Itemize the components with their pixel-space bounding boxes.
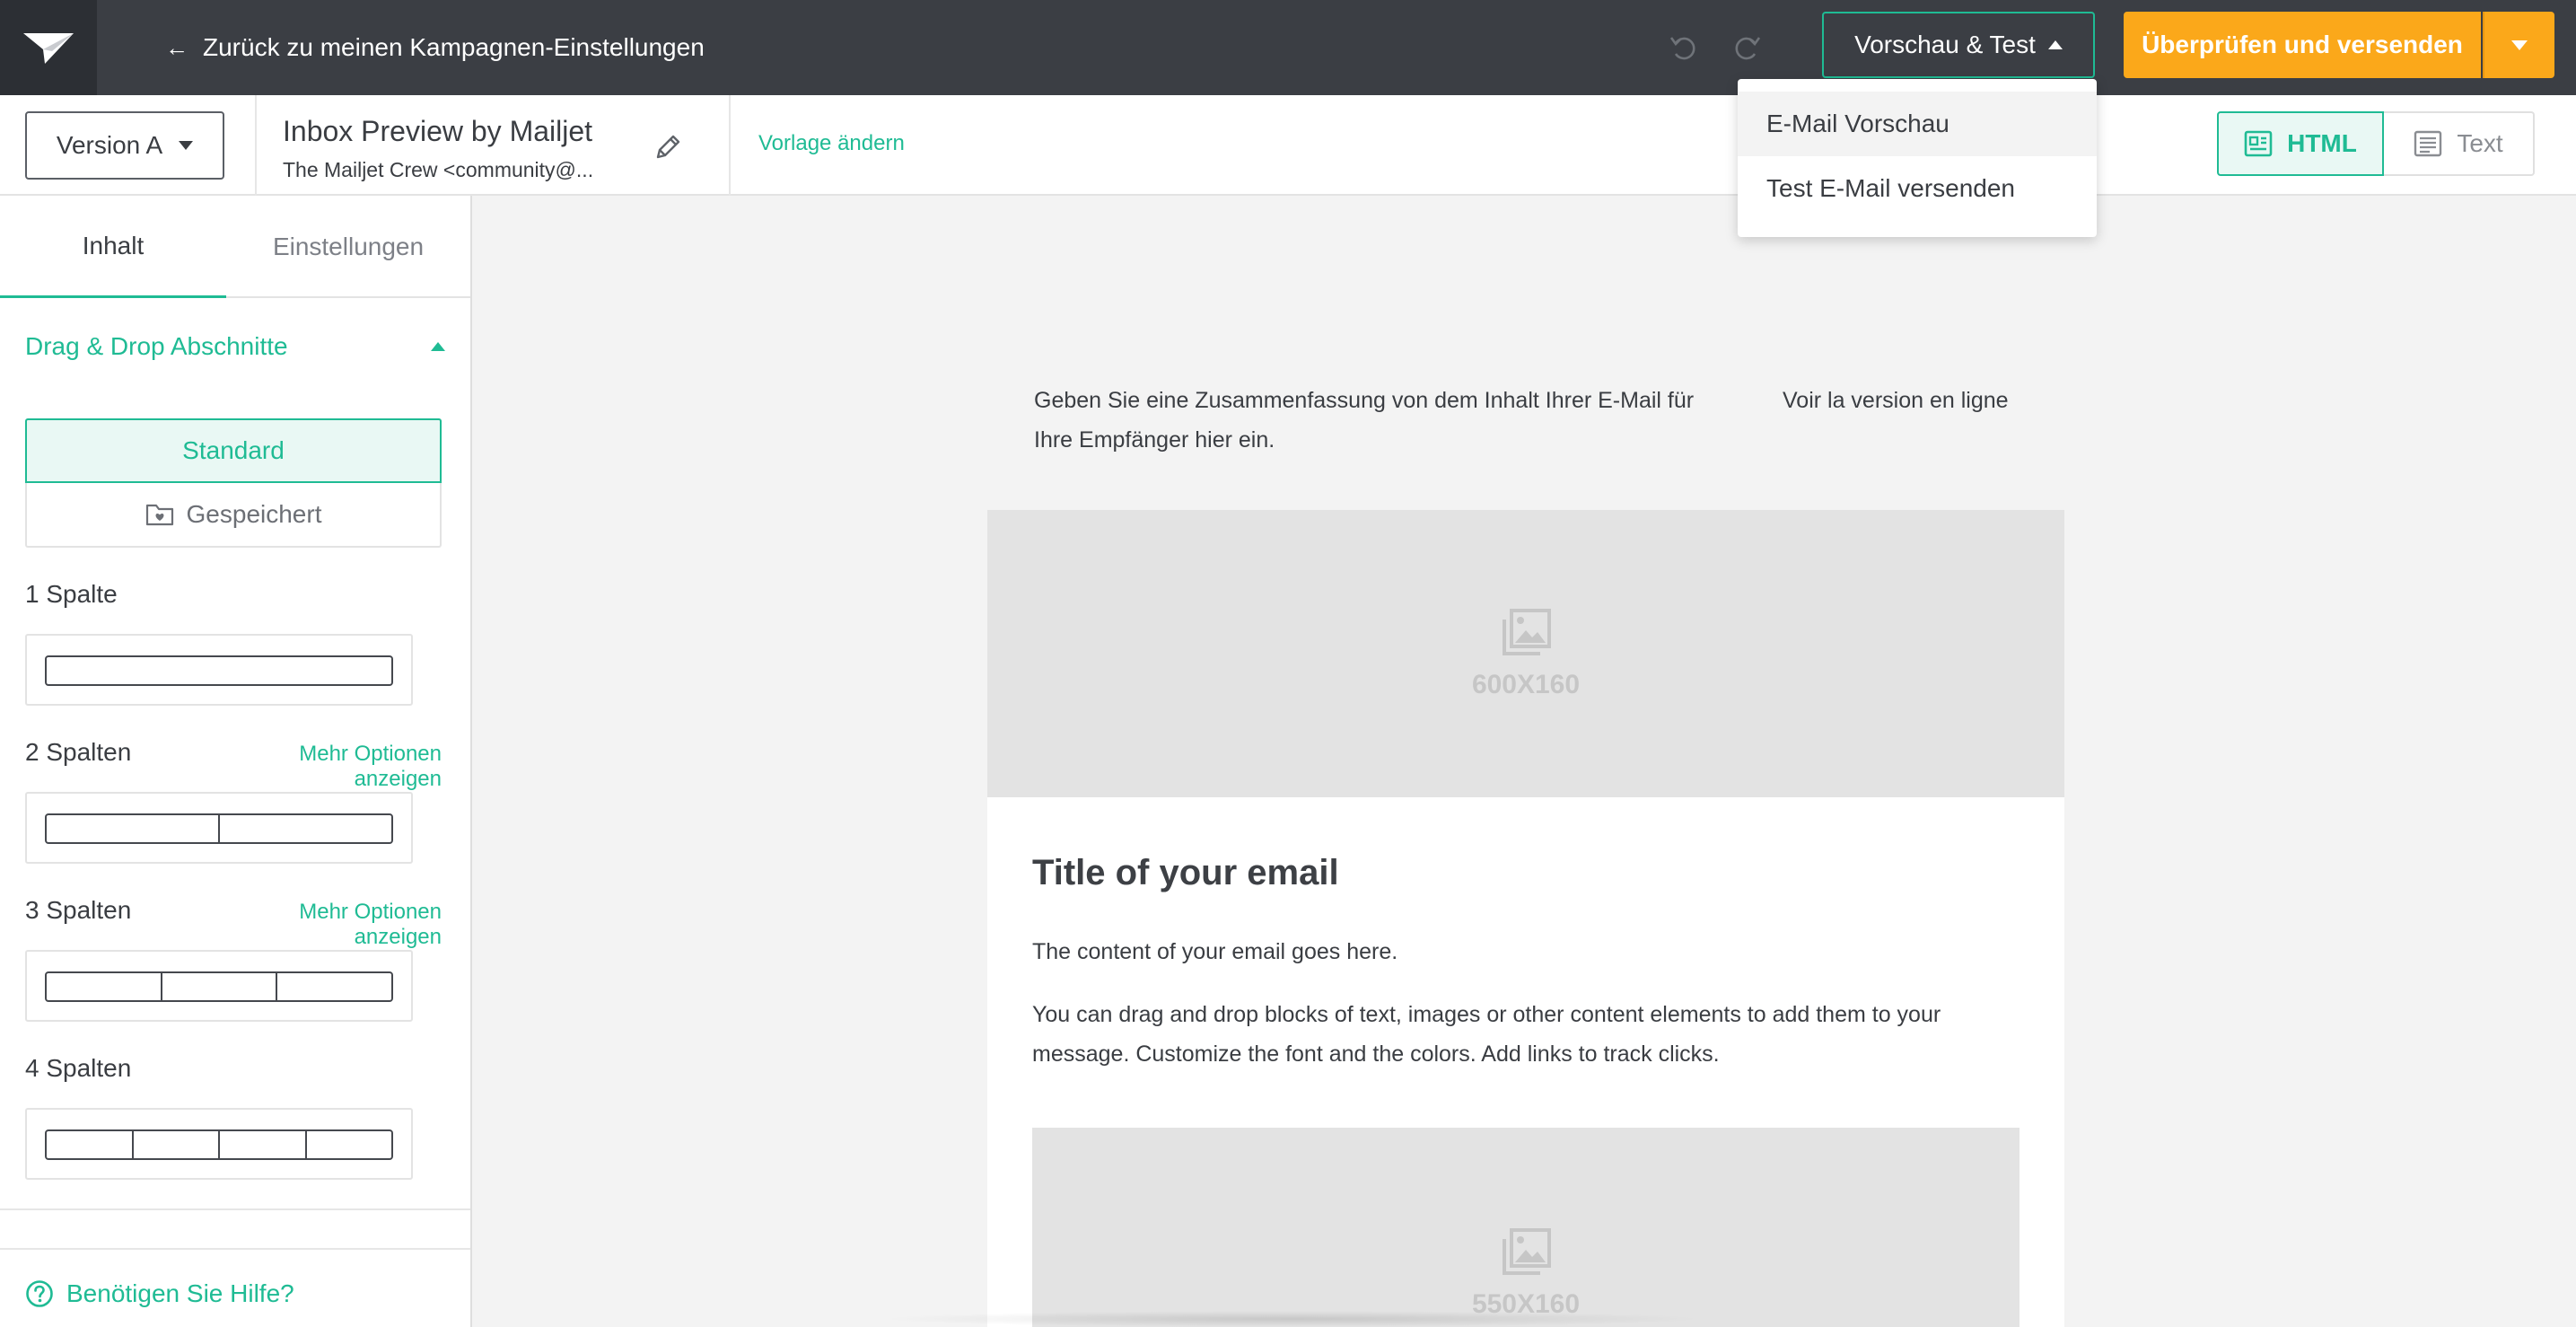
redo-icon <box>1735 37 1761 60</box>
pencil-icon <box>656 135 680 159</box>
layout-label-4-columns: 4 Spalten <box>25 1054 132 1082</box>
saved-sections-label: Gespeichert <box>186 500 322 528</box>
content-image-placeholder[interactable]: 550X160 <box>1032 1128 2020 1327</box>
preview-test-label: Vorschau & Test <box>1854 31 2036 58</box>
version-selector[interactable]: Version A <box>25 111 224 180</box>
sidebar-tabs: Inhalt Einstellungen <box>0 196 470 298</box>
arrow-left-icon: ← <box>165 33 188 61</box>
layout-label-1-column: 1 Spalte <box>25 580 118 608</box>
layout-1-column[interactable] <box>25 634 413 706</box>
text-view-icon <box>2414 130 2442 157</box>
back-to-campaign-settings-link[interactable]: ← Zurück zu meinen Kampagnen-Einstellung… <box>165 29 705 66</box>
campaign-sender: The Mailjet Crew <community@... <box>283 158 594 181</box>
dnd-sections-toggle[interactable]: Drag & Drop Abschnitte <box>25 329 445 365</box>
sidebar: Inhalt Einstellungen Drag & Drop Abschni… <box>0 196 472 1327</box>
html-view-icon <box>2244 130 2273 157</box>
help-circle-icon <box>26 1280 53 1307</box>
layout-preview <box>45 1129 393 1160</box>
redo-button[interactable] <box>1727 27 1768 68</box>
email-preheader[interactable]: Geben Sie eine Zusammenfassung von dem I… <box>1034 381 1716 460</box>
help-link[interactable]: Benötigen Sie Hilfe? <box>25 1279 294 1308</box>
view-html-label: HTML <box>2287 129 2357 157</box>
view-text-label: Text <box>2457 129 2503 157</box>
hero-image-size-label: 600X160 <box>1471 670 1581 699</box>
menu-item-send-test-email[interactable]: Test E-Mail versenden <box>1738 156 2097 221</box>
divider <box>255 95 257 196</box>
layout-3-columns[interactable] <box>25 950 413 1022</box>
version-label: Version A <box>56 131 163 159</box>
image-placeholder-icon <box>1503 609 1551 655</box>
saved-sections-button[interactable]: Gespeichert <box>25 483 442 548</box>
preview-test-button[interactable]: Vorschau & Test <box>1822 12 2095 78</box>
caret-down-icon <box>2511 40 2528 50</box>
layout-preview <box>45 971 393 1002</box>
undo-button[interactable] <box>1662 27 1704 68</box>
tab-settings[interactable]: Einstellungen <box>226 196 470 298</box>
canvas-shadow <box>880 1311 1705 1327</box>
layout-2-columns[interactable] <box>25 792 413 864</box>
dnd-sections-title: Drag & Drop Abschnitte <box>25 332 288 360</box>
preview-test-menu: E-Mail Vorschau Test E-Mail versenden <box>1738 79 2097 237</box>
email-title[interactable]: Title of your email <box>1032 853 1339 893</box>
layout-4-columns[interactable] <box>25 1108 413 1180</box>
image-placeholder-icon <box>1503 1228 1551 1275</box>
divider <box>729 95 731 196</box>
divider <box>0 1248 470 1250</box>
standard-sections-button[interactable]: Standard <box>25 418 442 483</box>
review-and-send-button[interactable]: Überprüfen und versenden <box>2124 12 2481 78</box>
mailjet-logo[interactable] <box>0 0 97 95</box>
campaign-title: Inbox Preview by Mailjet <box>283 115 593 147</box>
layout-preview <box>45 813 393 844</box>
menu-item-email-preview[interactable]: E-Mail Vorschau <box>1738 92 2097 156</box>
more-options-2-columns-link[interactable]: Mehr Optionen anzeigen <box>208 742 442 792</box>
change-template-link[interactable]: Vorlage ändern <box>758 131 905 156</box>
tab-content[interactable]: Inhalt <box>0 196 226 298</box>
view-text-button[interactable]: Text <box>2384 111 2535 176</box>
caret-up-icon <box>431 342 445 351</box>
back-link-label: Zurück zu meinen Kampagnen-Einstellungen <box>203 33 705 61</box>
campaign-header-bar: Version A Inbox Preview by Mailjet The M… <box>0 95 2576 196</box>
send-options-dropdown-button[interactable] <box>2483 12 2554 78</box>
edit-campaign-button[interactable] <box>648 127 688 167</box>
view-html-button[interactable]: HTML <box>2217 111 2384 176</box>
more-options-3-columns-link[interactable]: Mehr Optionen anzeigen <box>208 900 442 950</box>
layout-label-3-columns: 3 Spalten <box>25 896 132 924</box>
folder-heart-icon <box>145 504 173 526</box>
review-and-send-label: Überprüfen und versenden <box>2142 31 2463 58</box>
top-bar: ← Zurück zu meinen Kampagnen-Einstellung… <box>0 0 2576 95</box>
layout-preview <box>45 655 393 686</box>
paper-plane-icon <box>23 33 74 64</box>
email-paragraph[interactable]: You can drag and drop blocks of text, im… <box>1032 995 2020 1074</box>
layout-label-2-columns: 2 Spalten <box>25 738 132 766</box>
divider <box>0 1208 470 1210</box>
caret-up-icon <box>2047 40 2063 49</box>
email-paragraph[interactable]: The content of your email goes here. <box>1032 939 1398 965</box>
email-body: 600X160 Title of your email The content … <box>987 510 2064 1327</box>
caret-down-icon <box>179 141 194 150</box>
hero-image-placeholder[interactable]: 600X160 <box>987 510 2064 797</box>
undo-icon <box>1669 37 1695 60</box>
help-label: Benötigen Sie Hilfe? <box>66 1279 294 1307</box>
view-online-link[interactable]: Voir la version en ligne <box>1783 381 2009 420</box>
